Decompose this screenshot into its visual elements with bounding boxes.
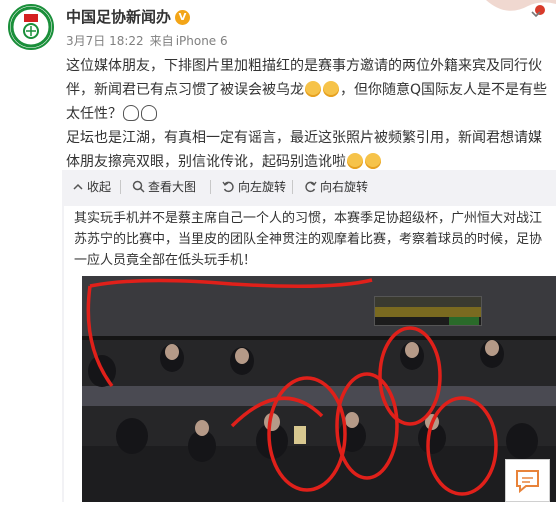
- post-paragraph-2: 足坛也是江湖，有真相一定有谣言，最近这张照片被频繁引用，新闻君想请媒体朋友擦亮双…: [66, 130, 542, 170]
- stadium-scene-icon: [82, 276, 556, 502]
- panda-emoticon: [123, 105, 139, 121]
- embedded-image[interactable]: 其实玩手机并不是蔡主席自己一个人的习惯，本赛季足协超级杯，广州恒大对战江苏苏宁的…: [64, 206, 556, 502]
- source-prefix: 来自: [149, 34, 174, 48]
- rotate-left-label[interactable]: 向左旋转: [238, 180, 286, 194]
- pray-emoticon: [347, 153, 363, 169]
- post-date[interactable]: 3月7日 18:22: [66, 34, 144, 48]
- panda-emoticon: [141, 105, 157, 121]
- cfa-logo-icon: [10, 6, 52, 48]
- image-caption: 其实玩手机并不是蔡主席自己一个人的习惯，本赛季足协超级杯，广州恒大对战江苏苏宁的…: [74, 211, 543, 268]
- rotate-left-button[interactable]: 向左旋转: [222, 170, 286, 204]
- rotate-right-label[interactable]: 向右旋转: [320, 180, 368, 194]
- decoration-icon: [486, 0, 556, 15]
- verified-badge: V: [175, 10, 191, 25]
- chevron-down-icon[interactable]: [530, 8, 542, 20]
- tears-emoticon: [305, 81, 321, 97]
- post-header: 中国足协新闻办 V 3月7日 18:22 来自 iPhone 6: [0, 0, 556, 56]
- toolbar-divider: [120, 180, 121, 194]
- pray-emoticon: [365, 153, 381, 169]
- view-large-button[interactable]: 查看大图: [132, 170, 196, 204]
- stadium-photo: [82, 276, 556, 502]
- scoreboard-score: [375, 307, 481, 317]
- image-toolbar: 收起 查看大图 向左旋转 向右旋转: [62, 170, 556, 204]
- rotate-right-button[interactable]: 向右旋转: [304, 170, 368, 204]
- scoreboard-top: [375, 297, 481, 307]
- post-source: iPhone 6: [175, 34, 228, 48]
- scoreboard: [374, 296, 482, 326]
- collapse-label[interactable]: 收起: [87, 180, 111, 194]
- scoreboard-clock: [449, 317, 479, 325]
- post-meta: 3月7日 18:22 来自 iPhone 6: [66, 32, 234, 49]
- chat-icon: [516, 470, 539, 494]
- collapse-icon: [73, 183, 83, 190]
- toolbar-divider: [292, 180, 293, 194]
- rotate-left-icon: [222, 181, 234, 193]
- toolbar-divider: [210, 180, 211, 194]
- view-large-label[interactable]: 查看大图: [148, 180, 196, 194]
- author-name[interactable]: 中国足协新闻办 V: [66, 6, 191, 27]
- author-name-text[interactable]: 中国足协新闻办: [66, 8, 171, 26]
- rotate-right-icon: [305, 181, 317, 193]
- avatar[interactable]: [8, 4, 54, 50]
- collapse-button[interactable]: 收起: [72, 170, 111, 204]
- message-button[interactable]: [505, 459, 550, 502]
- tears-emoticon: [323, 81, 339, 97]
- magnifier-icon: [132, 180, 145, 193]
- post-body: 这位媒体朋友，下排图片里加粗描红的是赛事方邀请的两位外籍来宾及同行伙伴，新闻君已…: [66, 54, 550, 174]
